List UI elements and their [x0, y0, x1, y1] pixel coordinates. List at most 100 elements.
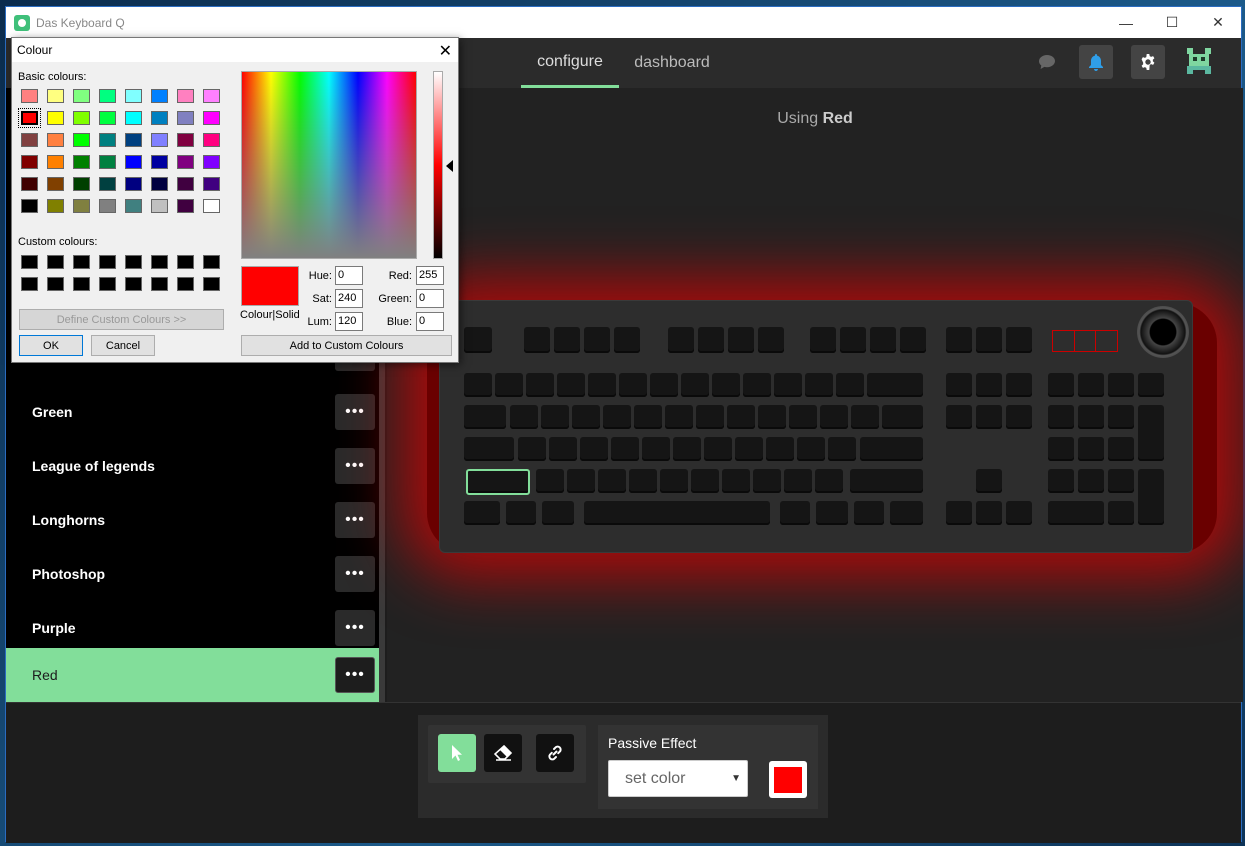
- custom-colour-swatch[interactable]: [47, 277, 64, 291]
- profile-more-button[interactable]: •••: [335, 610, 375, 646]
- custom-colour-swatch[interactable]: [73, 277, 90, 291]
- keyboard-key[interactable]: [946, 373, 972, 397]
- volume-knob[interactable]: [1137, 306, 1189, 358]
- custom-colour-swatch[interactable]: [203, 277, 220, 291]
- keyboard-key[interactable]: [1048, 501, 1104, 525]
- basic-colour-swatch[interactable]: [99, 89, 116, 103]
- keyboard-key[interactable]: [836, 373, 864, 397]
- keyboard-key[interactable]: [698, 327, 724, 353]
- keyboard-key[interactable]: [696, 405, 724, 429]
- keyboard-key[interactable]: [464, 327, 492, 353]
- keyboard-key[interactable]: [1048, 405, 1074, 429]
- basic-colour-swatch[interactable]: [21, 133, 38, 147]
- keyboard-key[interactable]: [712, 373, 740, 397]
- keyboard-key[interactable]: [1006, 501, 1032, 525]
- keyboard-key[interactable]: [1108, 405, 1134, 429]
- keyboard-key[interactable]: [464, 437, 514, 461]
- basic-colour-swatch[interactable]: [99, 133, 116, 147]
- keyboard-key[interactable]: [797, 437, 825, 461]
- keyboard-key[interactable]: [704, 437, 732, 461]
- define-custom-colours-button[interactable]: Define Custom Colours >>: [19, 309, 224, 330]
- custom-colour-swatch[interactable]: [73, 255, 90, 269]
- keyboard-key[interactable]: [466, 469, 530, 495]
- keyboard-key[interactable]: [816, 501, 848, 525]
- keyboard-image[interactable]: [439, 300, 1193, 553]
- keyboard-key[interactable]: [1006, 405, 1032, 429]
- keyboard-key[interactable]: [735, 437, 763, 461]
- blue-input[interactable]: 0: [416, 312, 444, 331]
- keyboard-key[interactable]: [850, 469, 923, 493]
- custom-colour-swatch[interactable]: [21, 255, 38, 269]
- keyboard-key[interactable]: [542, 501, 574, 525]
- basic-colour-swatch[interactable]: [177, 177, 194, 191]
- colour-spectrum[interactable]: [241, 71, 417, 259]
- keyboard-key[interactable]: [1048, 469, 1074, 493]
- basic-colour-swatch[interactable]: [177, 155, 194, 169]
- keyboard-key[interactable]: [650, 373, 678, 397]
- basic-colour-swatch[interactable]: [47, 111, 64, 125]
- keyboard-key[interactable]: [758, 327, 784, 353]
- keyboard-key[interactable]: [557, 373, 585, 397]
- sat-input[interactable]: 240: [335, 289, 363, 308]
- keyboard-key[interactable]: [828, 437, 856, 461]
- basic-colour-swatch[interactable]: [177, 111, 194, 125]
- keyboard-key[interactable]: [536, 469, 564, 493]
- custom-colour-swatch[interactable]: [203, 255, 220, 269]
- basic-colour-swatch[interactable]: [47, 199, 64, 213]
- basic-colour-swatch[interactable]: [151, 155, 168, 169]
- basic-colour-swatch[interactable]: [73, 155, 90, 169]
- keyboard-key[interactable]: [642, 437, 670, 461]
- profile-item-photoshop[interactable]: Photoshop •••: [6, 547, 379, 601]
- keyboard-key[interactable]: [506, 501, 536, 525]
- keyboard-key[interactable]: [598, 469, 626, 493]
- basic-colour-swatch[interactable]: [18, 108, 41, 128]
- basic-colour-swatch[interactable]: [203, 177, 220, 191]
- basic-colour-swatch[interactable]: [73, 89, 90, 103]
- luminosity-bar[interactable]: [433, 71, 443, 259]
- keyboard-key[interactable]: [1108, 373, 1134, 397]
- keyboard-key[interactable]: [524, 327, 550, 353]
- keyboard-key[interactable]: [1006, 373, 1032, 397]
- keyboard-key[interactable]: [728, 327, 754, 353]
- profile-more-button[interactable]: •••: [335, 556, 375, 592]
- keyboard-key[interactable]: [572, 405, 600, 429]
- cancel-button[interactable]: Cancel: [91, 335, 155, 356]
- keyboard-key[interactable]: [629, 469, 657, 493]
- keyboard-key[interactable]: [518, 437, 546, 461]
- keyboard-key[interactable]: [611, 437, 639, 461]
- custom-colour-swatch[interactable]: [177, 277, 194, 291]
- luminosity-arrow-icon[interactable]: [446, 160, 453, 172]
- keyboard-key[interactable]: [727, 405, 755, 429]
- tab-dashboard[interactable]: dashboard: [624, 38, 720, 88]
- keyboard-key[interactable]: [810, 327, 836, 353]
- basic-colour-swatch[interactable]: [21, 155, 38, 169]
- basic-colour-swatch[interactable]: [73, 133, 90, 147]
- keyboard-key[interactable]: [1078, 373, 1104, 397]
- keyboard-key[interactable]: [681, 373, 709, 397]
- keyboard-key[interactable]: [584, 501, 770, 525]
- basic-colour-swatch[interactable]: [99, 177, 116, 191]
- basic-colour-swatch[interactable]: [73, 199, 90, 213]
- custom-colour-swatch[interactable]: [21, 277, 38, 291]
- keyboard-key[interactable]: [758, 405, 786, 429]
- basic-colour-swatch[interactable]: [203, 155, 220, 169]
- keyboard-key[interactable]: [867, 373, 923, 397]
- basic-colour-swatch[interactable]: [151, 199, 168, 213]
- effect-color-button[interactable]: [769, 761, 807, 798]
- link-tool-button[interactable]: [536, 734, 574, 772]
- keyboard-key[interactable]: [510, 405, 538, 429]
- basic-colour-swatch[interactable]: [151, 177, 168, 191]
- keyboard-key[interactable]: [665, 405, 693, 429]
- keyboard-key[interactable]: [1108, 469, 1134, 493]
- basic-colour-swatch[interactable]: [151, 111, 168, 125]
- keyboard-key[interactable]: [1078, 437, 1104, 461]
- keyboard-key[interactable]: [900, 327, 926, 353]
- tab-configure[interactable]: configure: [521, 38, 619, 88]
- keyboard-key[interactable]: [976, 405, 1002, 429]
- basic-colour-swatch[interactable]: [151, 133, 168, 147]
- minimize-button[interactable]: —: [1103, 7, 1149, 38]
- keyboard-key[interactable]: [1078, 469, 1104, 493]
- basic-colour-swatch[interactable]: [99, 155, 116, 169]
- custom-colour-swatch[interactable]: [177, 255, 194, 269]
- effect-select[interactable]: set color ▼: [608, 760, 748, 797]
